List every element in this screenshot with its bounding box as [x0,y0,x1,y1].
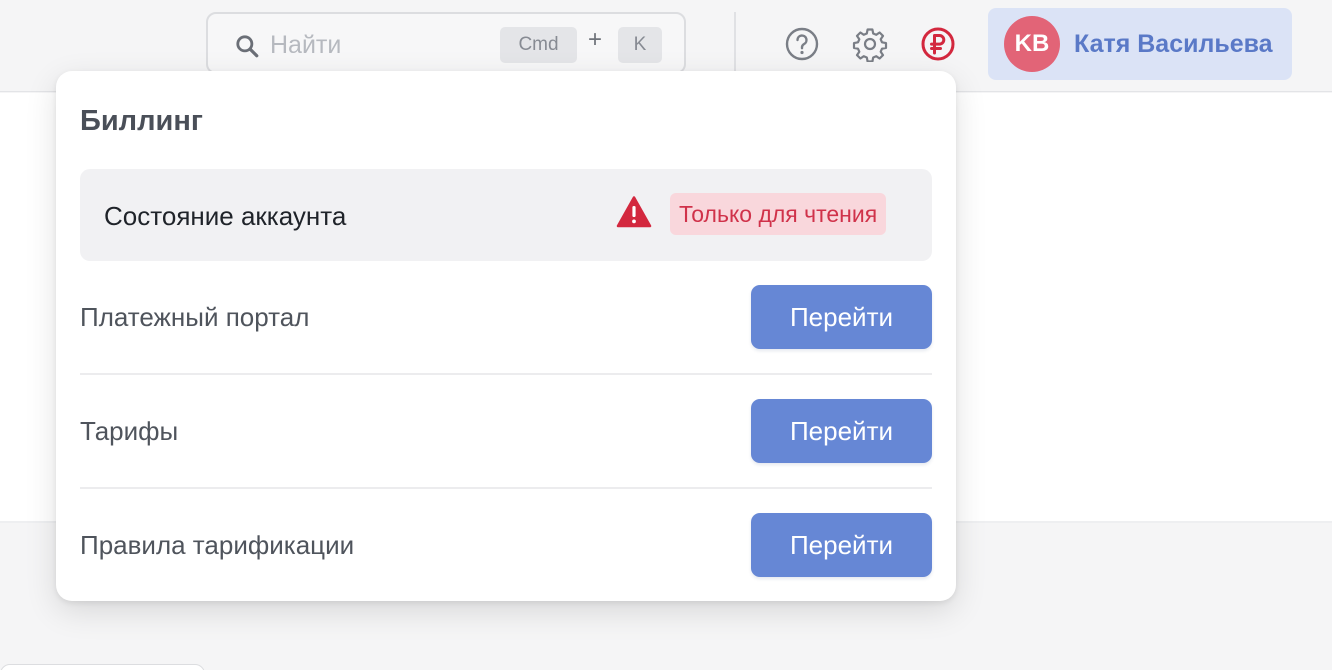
status-badge: Только для чтения [670,193,887,235]
search-icon [236,35,259,58]
payment-portal-go-button[interactable]: Перейти [751,285,932,349]
tariffs-go-button[interactable]: Перейти [751,399,932,463]
shortcut-modifier-key: Cmd [500,27,577,63]
menu-item-billing-rules: Правила тарификации Перейти [80,489,932,603]
shortcut-key: K [618,27,662,63]
billing-rules-go-button[interactable]: Перейти [751,513,932,577]
background-chip [0,664,205,670]
app-page: Cmd + K KB Катя Васильева Биллинг [0,0,1332,670]
user-name: Катя Васильева [1074,30,1273,58]
account-status-row: Состояние аккаунта Только для чтения [80,169,932,261]
help-circle-icon[interactable] [784,26,820,62]
search-box[interactable]: Cmd + K [206,12,686,74]
menu-item-label: Платежный портал [80,302,310,332]
menu-item-label: Тарифы [80,416,179,446]
avatar: KB [1004,16,1060,72]
shortcut-plus: + [588,26,603,53]
account-status-label: Состояние аккаунта [104,201,347,231]
menu-item-label: Правила тарификации [80,530,355,560]
billing-dropdown: Биллинг Состояние аккаунта Только для чт… [56,71,956,601]
search-input[interactable] [270,28,490,62]
warning-triangle-icon [616,196,652,228]
menu-item-tariffs: Тарифы Перейти [80,375,932,489]
user-menu-button[interactable]: KB Катя Васильева [988,8,1292,80]
header-divider [734,12,736,74]
billing-title: Биллинг [80,105,203,137]
menu-item-payment-portal: Платежный портал Перейти [80,261,932,375]
ruble-circle-icon[interactable] [920,26,956,62]
gear-icon[interactable] [852,26,888,62]
